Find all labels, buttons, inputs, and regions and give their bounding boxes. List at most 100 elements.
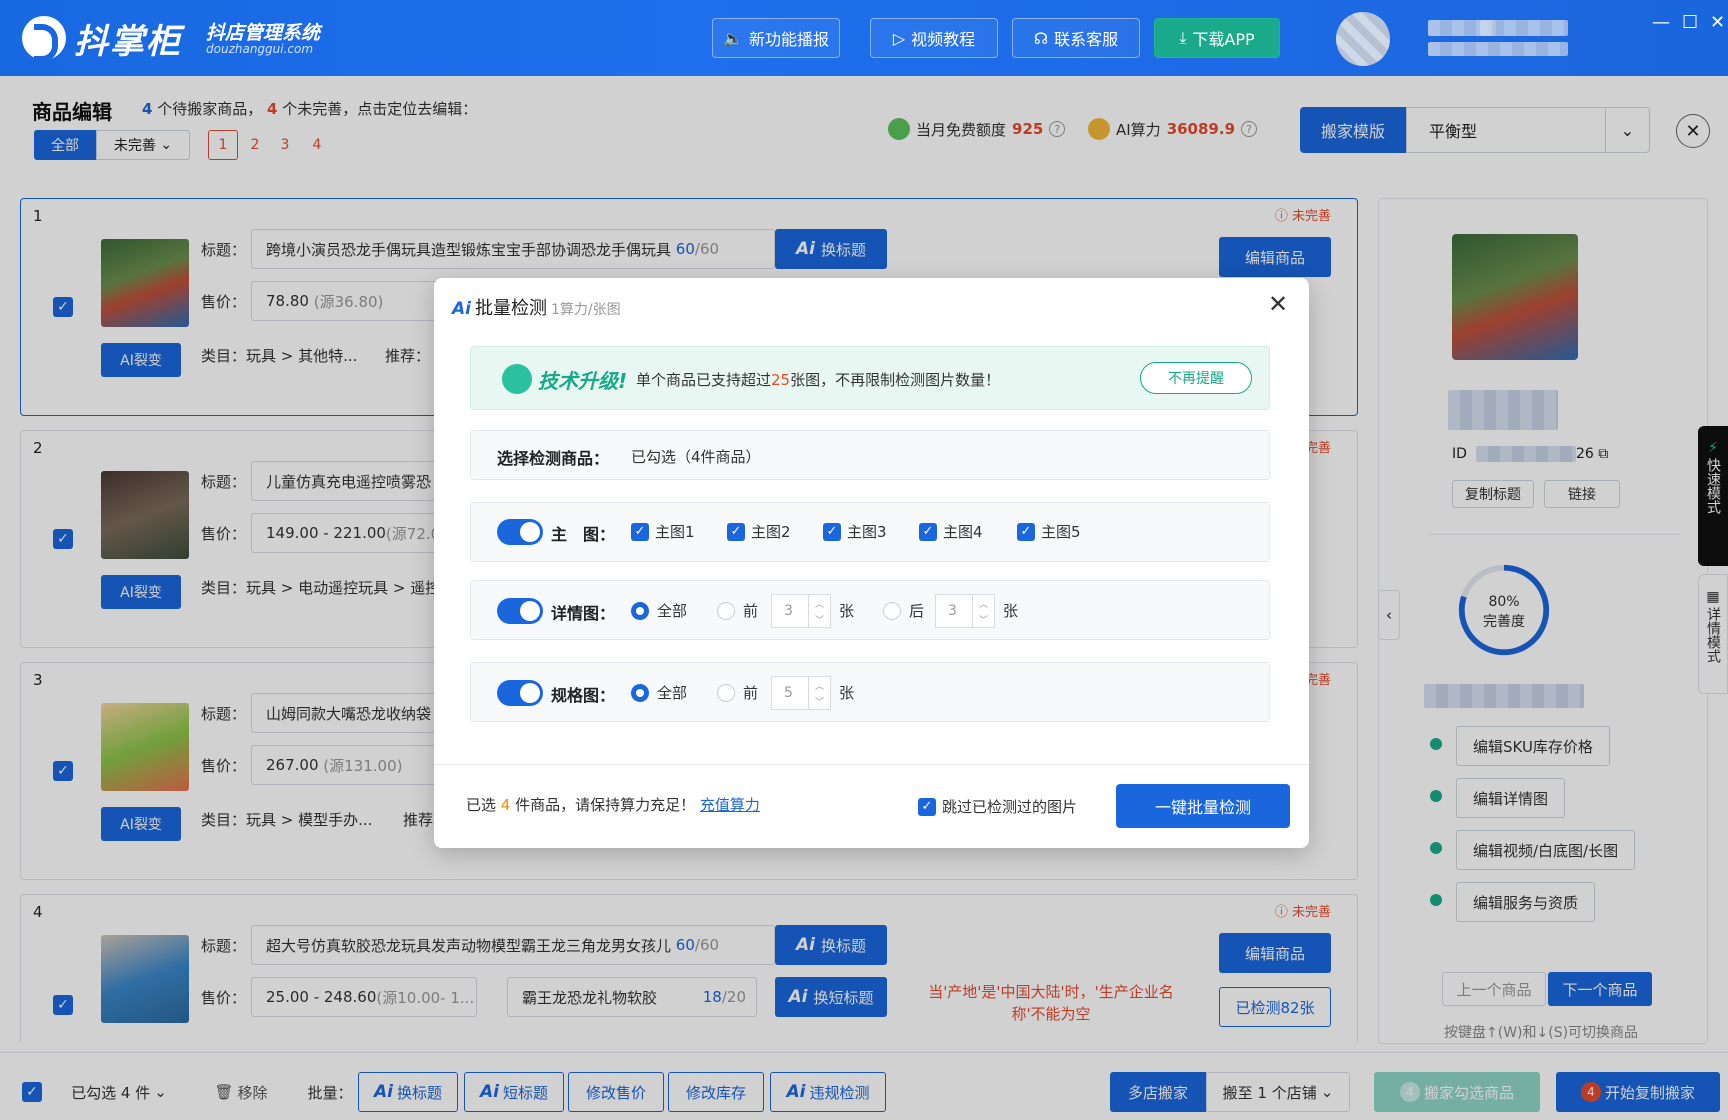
detail-image-row: 详情图： 全部 前 3 ︿ ﹀ 张 后 3 ︿ ﹀ 张 — [470, 580, 1270, 640]
modal-subtitle: 1算力/张图 — [550, 302, 621, 318]
check-icon: ✓ — [727, 522, 745, 541]
main-image-row: 主 图： ✓ 主图1 ✓ 主图2 ✓ 主图3 ✓ 主图4 ✓ 主图5 — [470, 502, 1270, 562]
chevron-up-icon[interactable]: ︿ — [815, 597, 824, 610]
recharge-link[interactable]: 充值算力 — [700, 796, 760, 814]
check-icon: ✓ — [919, 522, 937, 541]
stepper-arrows[interactable]: ︿ ﹀ — [972, 595, 994, 627]
spec-all-label: 全部 — [657, 684, 688, 702]
avatar[interactable] — [1336, 12, 1390, 66]
upgrade-msg-b: 张图，不再限制检测图片数量！ — [790, 371, 1001, 389]
foot-a: 已选 — [466, 796, 497, 814]
upgrade-msg-num: 25 — [771, 371, 791, 389]
download-icon: ⤓ — [1179, 28, 1187, 47]
close-icon[interactable]: ✕ — [1268, 290, 1288, 318]
headset-icon: ☊ — [1033, 28, 1049, 48]
logo-icon — [22, 16, 66, 62]
upgrade-message: 单个商品已支持超过25张图，不再限制检测图片数量！ — [636, 369, 1000, 390]
download-app-button[interactable]: ⤓ 下载APP — [1154, 18, 1280, 58]
chevron-down-icon[interactable]: ﹀ — [815, 695, 824, 708]
main-image-2-checkbox[interactable]: ✓ 主图2 — [727, 521, 791, 542]
speaker-icon: 🔈 — [723, 28, 743, 48]
skip-checked-checkbox[interactable]: ✓ 跳过已检测过的图片 — [918, 796, 1077, 817]
chevron-down-icon[interactable]: ﹀ — [815, 613, 824, 626]
feature-news-label: 新功能播报 — [748, 30, 829, 49]
stepper-arrows[interactable]: ︿ ﹀ — [808, 595, 830, 627]
unit-label: 张 — [1003, 602, 1019, 620]
main-image-1-checkbox[interactable]: ✓ 主图1 — [631, 521, 695, 542]
radio-indicator — [717, 601, 735, 620]
modal-footer-note: 已选 4 件商品，请保持算力充足！ 充值算力 — [466, 794, 760, 815]
select-products-label: 选择检测商品： — [497, 449, 610, 468]
modal-title: Ai 批量检测 1算力/张图 — [452, 294, 621, 320]
detail-front-stepper[interactable]: 3 ︿ ﹀ — [771, 594, 831, 628]
brand-domain: douzhanggui.com — [206, 42, 314, 56]
check-icon: ✓ — [918, 797, 936, 816]
main-image-label: 主 图： — [551, 525, 616, 544]
skip-checked-label: 跳过已检测过的图片 — [942, 798, 1078, 816]
radio-indicator — [631, 601, 649, 620]
radio-indicator — [883, 601, 901, 620]
download-app-label: 下载APP — [1192, 30, 1255, 49]
main-image-5-label: 主图5 — [1041, 523, 1081, 541]
main-image-2-label: 主图2 — [751, 523, 791, 541]
main-image-5-checkbox[interactable]: ✓ 主图5 — [1017, 521, 1081, 542]
spec-front-label: 前 — [743, 684, 759, 702]
main-image-toggle[interactable] — [497, 519, 543, 545]
dont-remind-button[interactable]: 不再提醒 — [1140, 362, 1252, 394]
feature-news-button[interactable]: 🔈 新功能播报 — [712, 18, 840, 58]
select-products-value: 已勾选（4件商品） — [631, 448, 761, 466]
contact-support-label: 联系客服 — [1054, 30, 1119, 49]
detail-back-stepper[interactable]: 3 ︿ ﹀ — [935, 594, 995, 628]
main-image-4-label: 主图4 — [943, 523, 983, 541]
upgrade-heading: 技术升级! — [538, 369, 628, 393]
chevron-up-icon[interactable]: ︿ — [815, 679, 824, 692]
minimize-button[interactable]: — — [1652, 12, 1670, 33]
main-image-3-label: 主图3 — [847, 523, 887, 541]
spec-image-row: 规格图： 全部 前 5 ︿ ﹀ 张 — [470, 662, 1270, 722]
spec-image-label: 规格图： — [551, 686, 616, 705]
maximize-button[interactable]: ☐ — [1682, 12, 1698, 33]
check-icon: ✓ — [631, 522, 649, 541]
foot-b: 件商品，请保持算力充足！ — [515, 796, 696, 814]
spec-all-radio[interactable]: 全部 — [631, 682, 687, 703]
brand-subtitle: 抖店管理系统 — [206, 22, 321, 44]
spec-front-stepper[interactable]: 5 ︿ ﹀ — [771, 676, 831, 710]
play-icon: ▷ — [892, 28, 906, 48]
radio-indicator — [631, 683, 649, 702]
close-window-button[interactable]: ✕ — [1710, 12, 1725, 33]
account-name-2 — [1480, 20, 1568, 36]
detail-front-radio[interactable]: 前 — [717, 600, 758, 621]
modal-title-text: 批量检测 — [474, 298, 547, 319]
radio-indicator — [717, 683, 735, 702]
contact-support-button[interactable]: ☊ 联系客服 — [1012, 18, 1140, 58]
detail-back-label: 后 — [909, 602, 925, 620]
main-image-1-label: 主图1 — [655, 523, 695, 541]
select-products-row: 选择检测商品： 已勾选（4件商品） — [470, 430, 1270, 480]
detail-front-label: 前 — [743, 602, 759, 620]
chevron-down-icon[interactable]: ﹀ — [979, 613, 988, 626]
detail-image-toggle[interactable] — [497, 598, 543, 624]
unit-label: 张 — [839, 684, 855, 702]
spec-front-radio[interactable]: 前 — [717, 682, 758, 703]
detail-image-label: 详情图： — [551, 604, 616, 623]
upgrade-msg-a: 单个商品已支持超过 — [636, 371, 772, 389]
unit-label: 张 — [839, 602, 855, 620]
detail-all-radio[interactable]: 全部 — [631, 600, 687, 621]
foot-count: 4 — [500, 796, 511, 814]
main-image-3-checkbox[interactable]: ✓ 主图3 — [823, 521, 887, 542]
detail-front-value: 3 — [784, 603, 793, 619]
detail-back-radio[interactable]: 后 — [883, 600, 924, 621]
spec-front-value: 5 — [784, 685, 793, 701]
batch-check-button[interactable]: 一键批量检测 — [1116, 784, 1290, 828]
brand-name: 抖掌柜 — [74, 22, 182, 62]
stepper-arrows[interactable]: ︿ ﹀ — [808, 677, 830, 709]
chevron-up-icon[interactable]: ︿ — [979, 597, 988, 610]
detail-back-value: 3 — [948, 603, 957, 619]
spec-image-toggle[interactable] — [497, 680, 543, 706]
bell-icon — [502, 364, 532, 394]
detail-all-label: 全部 — [657, 602, 688, 620]
account-detail — [1428, 42, 1568, 56]
check-icon: ✓ — [1017, 522, 1035, 541]
video-tutorial-button[interactable]: ▷ 视频教程 — [870, 18, 998, 58]
main-image-4-checkbox[interactable]: ✓ 主图4 — [919, 521, 983, 542]
